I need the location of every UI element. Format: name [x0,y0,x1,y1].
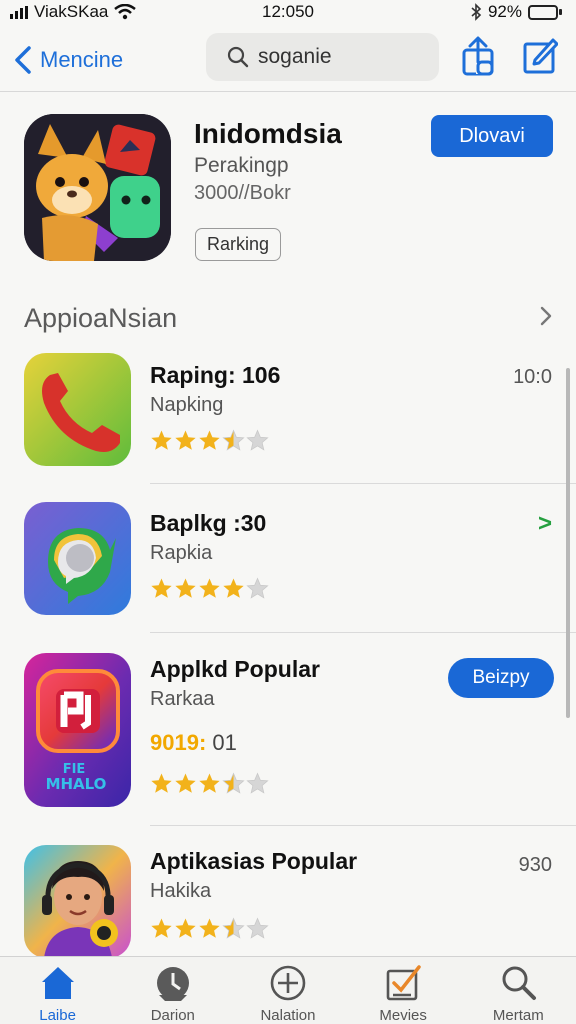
plus-circle-icon [270,965,306,1001]
tab-mevies[interactable]: Mevies [353,963,453,1024]
star-icon [151,773,172,793]
tab-mertam[interactable]: Mertam [468,963,568,1024]
search-icon [502,966,537,1000]
nav-actions [460,36,558,76]
featured-app-icon[interactable] [24,114,171,261]
status-time: 12:050 [262,2,314,21]
list-item[interactable]: Raping: 106 Napking 10:0 [0,346,576,486]
ranking-tag[interactable]: Rarking [195,228,282,261]
star-icon [222,917,245,939]
chevron-right-icon[interactable] [538,305,554,332]
star-icon [222,772,245,794]
featured-app-title: Inidomdsia [194,118,342,149]
wifi-icon [114,4,137,20]
chevron-left-icon [15,45,31,74]
star-icon [175,918,196,938]
star-icon [175,430,196,450]
section-header[interactable]: AppioaNsian [24,300,554,336]
tab-label: Mertam [492,1007,544,1024]
list-item[interactable]: FIE MHALO Applkd Popular Rarkaa 9019: 01… [0,644,576,826]
divider [150,483,576,484]
star-icon [223,578,244,598]
star-rating [150,772,269,795]
star-icon [222,429,245,451]
media-app-icon: FIE MHALO [24,653,131,807]
app-name: Applkd Popular [150,656,320,682]
battery-percent: 92% [487,2,522,21]
star-icon [199,430,220,450]
get-button[interactable]: Beizpy [448,658,554,698]
star-icon [151,578,172,598]
scrollbar[interactable] [566,368,570,718]
status-right: 92% [470,2,562,22]
star-icon [175,578,196,598]
phone-app-icon [24,353,131,466]
section-title: AppioaNsian [24,302,178,333]
back-button[interactable]: Mencine [12,45,123,75]
tab-laibe[interactable]: Laibe [8,963,108,1024]
star-icon [199,773,220,793]
app-category: Napking [150,394,224,416]
download-button[interactable]: Dlovavi [431,115,553,157]
star-icon [175,773,196,793]
star-icon [246,917,269,939]
chevron-right-icon: > [537,510,552,537]
star-rating [150,577,269,600]
back-label: Mencine [40,46,124,72]
app-name: Raping: 106 [150,362,281,388]
clock-icon [156,967,189,1001]
app-extra-info: 9019: 01 [150,730,237,756]
app-trailing-chevron[interactable]: > [538,510,552,538]
compose-icon[interactable] [522,36,558,76]
tab-label: Laibe [39,1007,76,1024]
search-input[interactable] [258,45,428,69]
app-category: Hakika [150,880,212,902]
app-extra-value: 01 [212,730,237,755]
app-name: Aptikasias Popular [150,848,358,874]
avatar-app-icon [24,845,131,958]
divider [150,825,576,826]
carrier-label: ViakSKaa [34,2,109,21]
tab-label: Mevies [379,1007,427,1024]
checklist-icon [386,965,421,1001]
search-icon [227,46,249,68]
tab-nalation[interactable]: Nalation [238,963,338,1024]
featured-app-meta: 3000//Bokr [194,182,291,204]
home-icon [41,967,74,999]
tab-label: Nalation [260,1007,316,1024]
bluetooth-icon [471,3,482,21]
star-icon [246,772,269,794]
tab-darion[interactable]: Darion [123,963,223,1024]
divider [150,632,576,633]
search-bar[interactable] [206,33,439,81]
app-trailing-value: 10:0 [513,366,552,388]
share-icon[interactable] [460,36,496,76]
nav-bar: Mencine [0,28,576,92]
star-icon [246,429,269,451]
featured-app: Inidomdsia Perakingp 3000//Bokr Rarking … [24,114,564,264]
status-left: ViakSKaa [10,2,137,22]
app-category: Rarkaa [150,688,215,710]
app-trailing-value: 930 [518,854,552,876]
tab-bar: Laibe Darion Nalation Mevies Mertam [0,956,576,1024]
app-extra-highlight: 9019: [150,730,207,755]
battery-icon [528,4,562,20]
status-bar: ViakSKaa 12:050 92% [0,0,576,24]
chat-app-icon [24,502,131,615]
app-name: Baplkg :30 [150,510,267,536]
star-icon [246,577,269,599]
star-icon [199,918,220,938]
star-icon [151,430,172,450]
list-item[interactable]: Baplkg :30 Rapkia > [0,494,576,634]
list-item[interactable]: Aptikasias Popular Hakika 930 [0,836,576,958]
star-icon [199,578,220,598]
star-icon [151,918,172,938]
tab-label: Darion [150,1007,195,1024]
star-rating [150,917,269,940]
app-category: Rapkia [150,542,213,564]
star-rating [150,429,269,452]
featured-app-subtitle: Perakingp [194,154,289,177]
icon-text-line2: MHALO [46,775,107,793]
signal-icon [10,5,28,19]
